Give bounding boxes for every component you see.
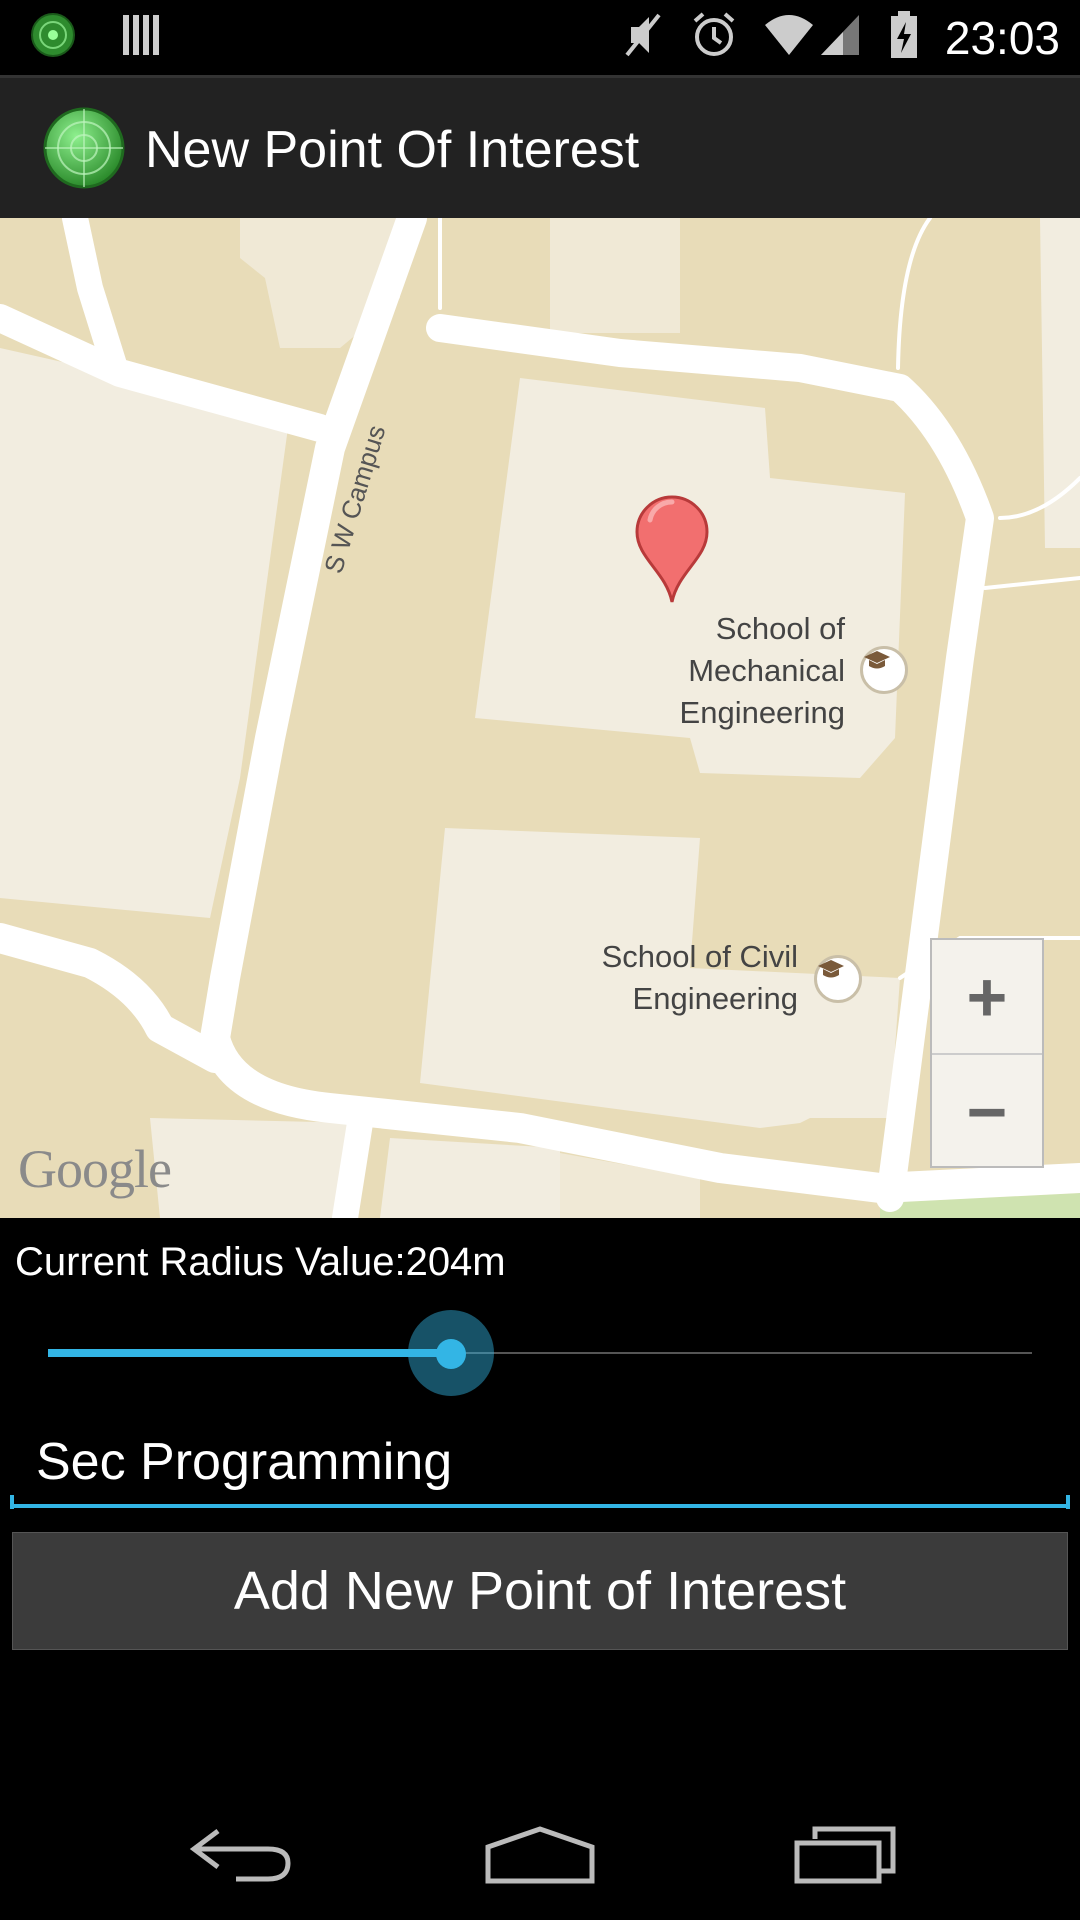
place-label-civil-engineering: School of Civil Engineering [601,939,798,1016]
radar-app-icon[interactable] [42,106,126,190]
barcode-notification-icon [121,12,161,63]
radius-value-label: Current Radius Value:204m [15,1240,506,1284]
map-view[interactable]: S W Campus School of Mechanical Engineer… [0,218,1080,1218]
input-underline-corner-right [1066,1495,1070,1509]
navigation-bar [0,1790,1080,1920]
google-attribution-logo: Google [18,1139,172,1199]
home-icon[interactable] [475,1810,605,1900]
mute-icon [621,11,665,64]
page-title: New Point Of Interest [145,121,640,179]
battery-charging-icon [889,10,919,65]
input-underline-corner-left [10,1495,14,1509]
graduation-cap-icon[interactable] [860,646,908,694]
action-bar: New Point Of Interest [0,75,1080,218]
radar-notification-icon [30,12,76,63]
back-icon[interactable] [175,1810,305,1900]
zoom-in-button[interactable]: + [932,940,1042,1053]
place-label-mechanical-engineering: School of Mechanical Engineering [679,611,845,730]
poi-name-input[interactable] [10,1420,1070,1508]
zoom-out-button[interactable]: − [932,1053,1042,1168]
graduation-cap-icon[interactable] [814,955,862,1003]
map-tiles [0,218,1080,1218]
alarm-icon [691,11,737,64]
slider-progress [48,1349,452,1357]
status-bar: 23:03 [0,0,1080,75]
radius-slider[interactable] [48,1310,1032,1400]
zoom-controls: + − [930,938,1044,1168]
add-point-of-interest-button[interactable]: Add New Point of Interest [12,1532,1068,1650]
signal-icon [819,11,863,64]
recent-apps-icon[interactable] [780,1810,910,1900]
status-time: 23:03 [944,11,1060,64]
wifi-icon [763,11,815,64]
